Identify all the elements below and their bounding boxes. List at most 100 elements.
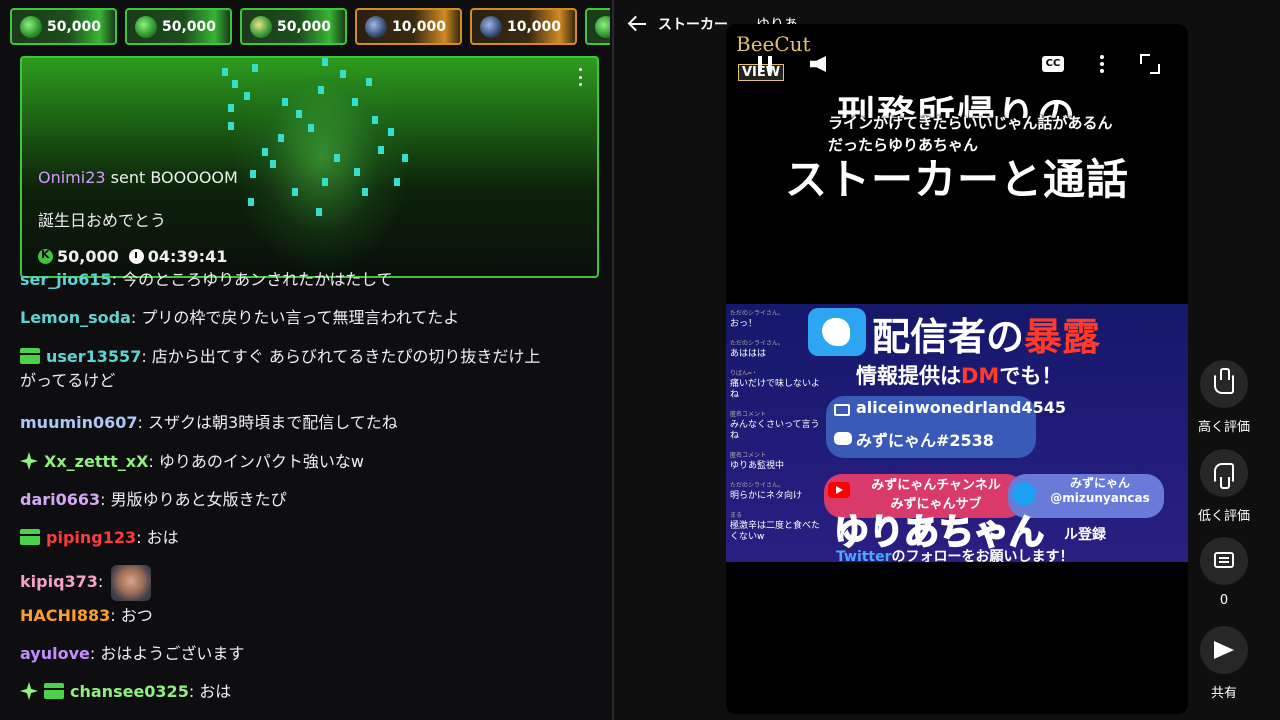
comment-button[interactable] [1200, 537, 1248, 585]
sparkle-badge-icon [20, 682, 38, 700]
gift-chip-amount: 10,000 [392, 18, 447, 35]
chat-username[interactable]: user13557 [46, 347, 141, 366]
discord-icon [834, 432, 852, 445]
gift-chip[interactable]: 50,000 [10, 8, 117, 45]
more-options-icon[interactable] [577, 68, 583, 86]
gift-sender-line: Onimi23 sent BOOOOOM [38, 168, 238, 187]
chat-text: : 店から出てすぐ あらびれてるきたぴの切り抜きだけ上 [141, 347, 541, 366]
gift-chip[interactable]: 50,000 [240, 8, 347, 45]
embedded-chat-name: りばん━・ [730, 370, 758, 377]
chat-message: Lemon_soda: プリの枠で戻りたい言って無理言われてたよ [20, 306, 600, 330]
coin-icon [38, 248, 53, 264]
back-arrow-icon[interactable] [628, 15, 646, 33]
video-title-short: ストーカー [658, 17, 728, 33]
chat-username[interactable]: Lemon_soda [20, 308, 131, 327]
dislike-button[interactable] [1200, 449, 1248, 497]
subtitle-line-1: ラインかけてきたらいいじゃん話があるん [828, 114, 1113, 132]
chat-message: chansee0325: おは [20, 680, 600, 704]
chat-username[interactable]: HACHI883 [20, 606, 110, 625]
chat-text: : [97, 572, 104, 591]
gift-chip-amount: 50,000 [47, 18, 102, 35]
chat-message: kipiq373: [20, 565, 600, 601]
gift-chip[interactable]: 10,000 [470, 8, 577, 45]
featured-gift-card[interactable]: Onimi23 sent BOOOOOM 誕生日おめでとう 50,000 04:… [20, 56, 599, 278]
chat-text: : 男版ゆりあと女版きたぴ [100, 490, 287, 509]
embedded-chat-name: まる [730, 512, 743, 519]
chat-username[interactable]: dari0663 [20, 490, 100, 509]
share-icon [1214, 641, 1234, 659]
chat-message: Xx_zettt_xX: ゆりあのインパクト強いなw [20, 450, 600, 474]
chat-message: HACHI883: おつ [20, 604, 600, 628]
chat-message: piping123: おは [20, 526, 600, 550]
embedded-chat-text: みんなくさいって言うね [730, 420, 820, 441]
chat-text: : おつ [110, 606, 153, 625]
chat-text: : おはようございます [89, 644, 245, 663]
chat-username[interactable]: ser_jio615 [20, 270, 112, 289]
gift-badge-icon [44, 683, 64, 699]
video-title-main: ストーカーと通話 [784, 155, 1129, 204]
fullscreen-icon[interactable] [1140, 54, 1160, 74]
thumbs-down-icon [1214, 463, 1234, 489]
gift-leaderboard-bar: 50,000 50,000 50,000 10,000 10,000 [10, 8, 610, 46]
watermark-logo: BeeCut [736, 32, 811, 56]
gifter-avatar-icon [250, 15, 272, 38]
embedded-chat-text: ゆりあ監視中 [730, 461, 785, 471]
embedded-chat-text: 極激辛は二度と食べたくないw [730, 521, 821, 542]
chat-text: : 今のところゆりあンされたかはたして [111, 270, 393, 289]
gifter-avatar-icon [135, 15, 157, 38]
gift-sender-name[interactable]: Onimi23 [38, 168, 106, 187]
share-action[interactable]: 共有 [1184, 626, 1264, 701]
chat-username[interactable]: ayulove [20, 644, 90, 663]
chat-username[interactable]: Xx_zettt_xX [44, 452, 148, 471]
volume-icon[interactable] [810, 56, 826, 72]
share-label: 共有 [1210, 686, 1237, 701]
like-label: 高く評価 [1197, 420, 1250, 435]
embedded-chat-text: 明らかにネタ向け [730, 491, 803, 501]
more-vert-icon[interactable] [1100, 55, 1104, 73]
gifter-avatar-icon [365, 15, 387, 38]
app-root: 50,000 50,000 50,000 10,000 10,000 Onimi23 s… [0, 0, 1280, 720]
gifter-avatar-icon [20, 15, 42, 38]
share-button[interactable] [1200, 626, 1248, 674]
dislike-action[interactable]: 低く評価 [1184, 449, 1264, 524]
chat-panel: 50,000 50,000 50,000 10,000 10,000 Onimi23 s… [0, 0, 614, 720]
chat-text: : ゆりあのインパクト強いなw [148, 452, 364, 471]
chat-text: : おは [188, 682, 232, 701]
chat-username[interactable]: piping123 [46, 528, 136, 547]
gifter-avatar-icon [480, 15, 502, 38]
gift-chip[interactable]: 50,000 [125, 8, 232, 45]
gift-chip-amount: 10,000 [507, 18, 562, 35]
dislike-label: 低く評価 [1197, 509, 1250, 524]
sparkle-badge-icon [20, 452, 38, 470]
gift-message: 誕生日おめでとう [38, 211, 167, 230]
gift-duration: 04:39:41 [147, 247, 228, 266]
chat-message: ayulove: おはようございます [20, 642, 600, 666]
gift-chip[interactable] [585, 8, 610, 45]
bird-logo-icon [808, 308, 866, 356]
video-frame[interactable]: BeeCut VIEW CC 刑務所帰りの ラインかけてきたらいいじゃん話がある… [726, 24, 1188, 714]
mail-icon [834, 404, 850, 416]
embedded-chat-text: 痛いだけで味しないよね [730, 379, 820, 400]
follow-caption: Twitterのフォローをお願いします！ [836, 549, 1074, 562]
chat-username[interactable]: chansee0325 [70, 682, 189, 701]
gift-action-text: sent BOOOOOM [105, 168, 238, 187]
chat-username[interactable]: kipiq373 [20, 572, 98, 591]
banner-subtitle: 情報提供はDMでも！ [856, 364, 1063, 388]
register-caption: ル登録 [1064, 527, 1106, 543]
like-action[interactable]: 高く評価 [1184, 360, 1264, 435]
gift-amount: 50,000 [57, 247, 119, 266]
embedded-stream-banner: ただのシライさん。 おっ！ ただのシライさん。 あははは りばん━・ 痛いだけで味しないよ… [726, 304, 1188, 562]
captions-button[interactable]: CC [1042, 56, 1064, 72]
embedded-chat-name: 匿名コメント [730, 411, 767, 418]
chat-text: : スザクは朝3時頃まで配信してたね [137, 413, 398, 432]
gift-badge-icon [20, 348, 40, 364]
comment-action[interactable]: 0 [1184, 537, 1264, 608]
email-contact-pill: aliceinwonedrland4545 みずにゃん#2538 [826, 396, 1066, 458]
chat-username[interactable]: muumin0607 [20, 413, 138, 432]
like-button[interactable] [1200, 360, 1248, 408]
gift-chip[interactable]: 10,000 [355, 8, 462, 45]
banner-title: 配信者の暴露 [872, 315, 1101, 359]
twitter-icon [1012, 482, 1036, 506]
clock-icon [128, 249, 144, 264]
pause-icon[interactable] [758, 56, 772, 72]
